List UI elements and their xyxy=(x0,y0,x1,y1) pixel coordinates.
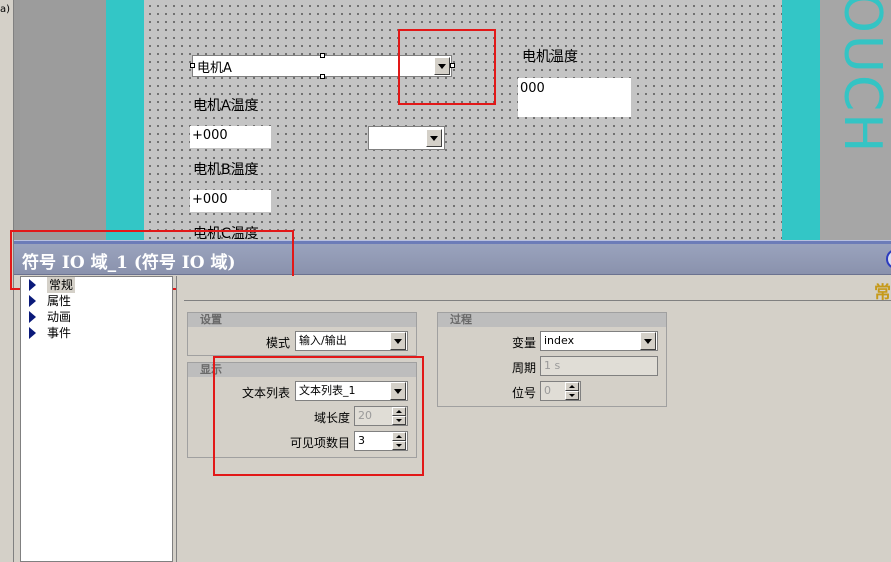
help-icon[interactable] xyxy=(886,249,891,269)
motor-a-temp-io-field[interactable]: +000 xyxy=(190,126,271,148)
mode-value: 输入/输出 xyxy=(299,334,347,347)
bit-spin xyxy=(565,382,579,400)
variable-dropdown[interactable]: index xyxy=(540,331,658,351)
tree-item-label: 常规 xyxy=(47,277,76,293)
resize-handle-bottom[interactable] xyxy=(320,74,325,79)
motor-temp-io-field[interactable]: 000 xyxy=(518,78,631,117)
spin-up-icon xyxy=(565,382,579,391)
property-category-tree: 常规 属性 动画 事件 xyxy=(20,276,173,562)
left-edge-glyph: a) xyxy=(0,4,11,15)
tree-item-label: 事件 xyxy=(47,326,72,340)
cycle-field: 1 s xyxy=(540,356,658,376)
spin-down-icon xyxy=(565,391,579,400)
highlight-box-dropdown xyxy=(398,29,496,105)
motor-b-temp-label: 电机B温度 xyxy=(193,162,259,178)
variable-label: 变量 xyxy=(511,336,536,350)
symbolic-io-field-value: 电机A xyxy=(197,61,232,76)
mode-dropdown[interactable]: 输入/输出 xyxy=(295,331,408,351)
small-dropdown-arrow[interactable] xyxy=(426,129,442,147)
panel-bezel-left xyxy=(106,0,144,240)
cycle-value: 1 s xyxy=(544,359,561,372)
variable-dropdown-arrow[interactable] xyxy=(640,332,656,350)
bit-label: 位号 xyxy=(511,386,536,400)
touch-brand-text: OUCH xyxy=(832,0,891,155)
variable-value: index xyxy=(544,334,575,347)
general-tab-glyph: 常 xyxy=(874,283,891,303)
tree-item-label: 属性 xyxy=(47,294,72,308)
panel-bezel-right xyxy=(782,0,820,240)
process-group-header: 过程 xyxy=(438,313,666,327)
expand-arrow-icon xyxy=(29,327,36,339)
mode-label: 模式 xyxy=(265,336,290,350)
screen: a) OUCH 电机A 电机温度 000 电机A温度 +000 电机B温度 +0… xyxy=(0,0,891,562)
expand-arrow-icon xyxy=(29,311,36,323)
tree-item-label: 动画 xyxy=(47,310,72,324)
motor-temp-label: 电机温度 xyxy=(522,49,578,65)
small-symbolic-io-field[interactable] xyxy=(368,126,445,150)
resize-handle-top[interactable] xyxy=(320,53,325,58)
expand-arrow-icon xyxy=(29,295,36,307)
mode-dropdown-arrow[interactable] xyxy=(390,332,406,350)
resize-handle-left[interactable] xyxy=(190,63,195,68)
bit-stepper: 0 xyxy=(540,381,581,401)
settings-group-header: 设置 xyxy=(188,313,416,327)
canvas-margin-left xyxy=(20,0,106,240)
expand-arrow-icon xyxy=(29,279,36,291)
motor-b-temp-io-field[interactable]: +000 xyxy=(190,190,271,212)
bit-value: 0 xyxy=(544,384,551,397)
highlight-box-display xyxy=(213,356,424,476)
motor-a-temp-label: 电机A温度 xyxy=(193,98,259,114)
cycle-label: 周期 xyxy=(511,361,536,375)
